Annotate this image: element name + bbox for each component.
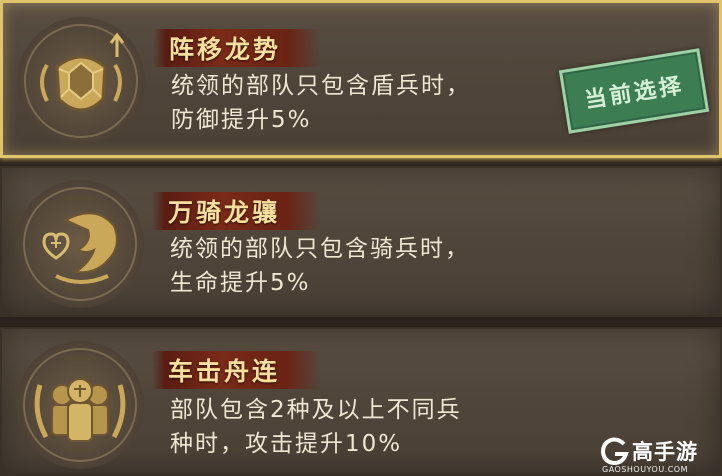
current-selection-label: 当前选择 bbox=[583, 73, 686, 114]
soldiers-icon bbox=[16, 341, 144, 469]
description-line: 统领的部队只包含骑兵时， bbox=[170, 236, 470, 262]
formation-title-banner: 万骑龙骧 bbox=[152, 192, 321, 230]
formation-title: 车击舟连 bbox=[168, 357, 281, 386]
description-line: 种时，攻击提升10% bbox=[170, 431, 403, 457]
formation-title: 阵移龙势 bbox=[169, 35, 282, 64]
description-line: 统领的部队只包含盾兵时， bbox=[171, 73, 471, 99]
watermark-name: 高手游 bbox=[632, 440, 698, 464]
formation-description: 统领的部队只包含盾兵时， 防御提升5% bbox=[171, 69, 591, 137]
formation-title: 万骑龙骧 bbox=[168, 198, 281, 227]
shield-tortoise-icon bbox=[17, 17, 145, 145]
formation-description: 统领的部队只包含骑兵时， 生命提升5% bbox=[170, 232, 590, 300]
formation-card-1[interactable]: 阵移龙势 统领的部队只包含盾兵时， 防御提升5% 当前选择 bbox=[0, 0, 722, 158]
formation-description: 部队包含2种及以上不同兵 种时，攻击提升10% bbox=[170, 393, 590, 461]
description-line: 防御提升5% bbox=[171, 107, 312, 133]
watermark-url: GAOSHOUYOU.COM bbox=[602, 465, 689, 474]
watermark-logo: 高手游 GAOSHOUYOU.COM bbox=[600, 436, 718, 474]
description-line: 部队包含2种及以上不同兵 bbox=[170, 397, 462, 423]
formation-card-2[interactable]: 万骑龙骧 统领的部队只包含骑兵时， 生命提升5% bbox=[0, 166, 722, 317]
formation-title-banner: 车击舟连 bbox=[152, 351, 321, 389]
brand-logo-icon bbox=[600, 437, 629, 466]
dragon-heart-icon bbox=[16, 180, 144, 308]
formation-title-banner: 阵移龙势 bbox=[153, 29, 322, 67]
current-selection-stamp: 当前选择 bbox=[558, 48, 710, 134]
description-line: 生命提升5% bbox=[170, 270, 311, 296]
